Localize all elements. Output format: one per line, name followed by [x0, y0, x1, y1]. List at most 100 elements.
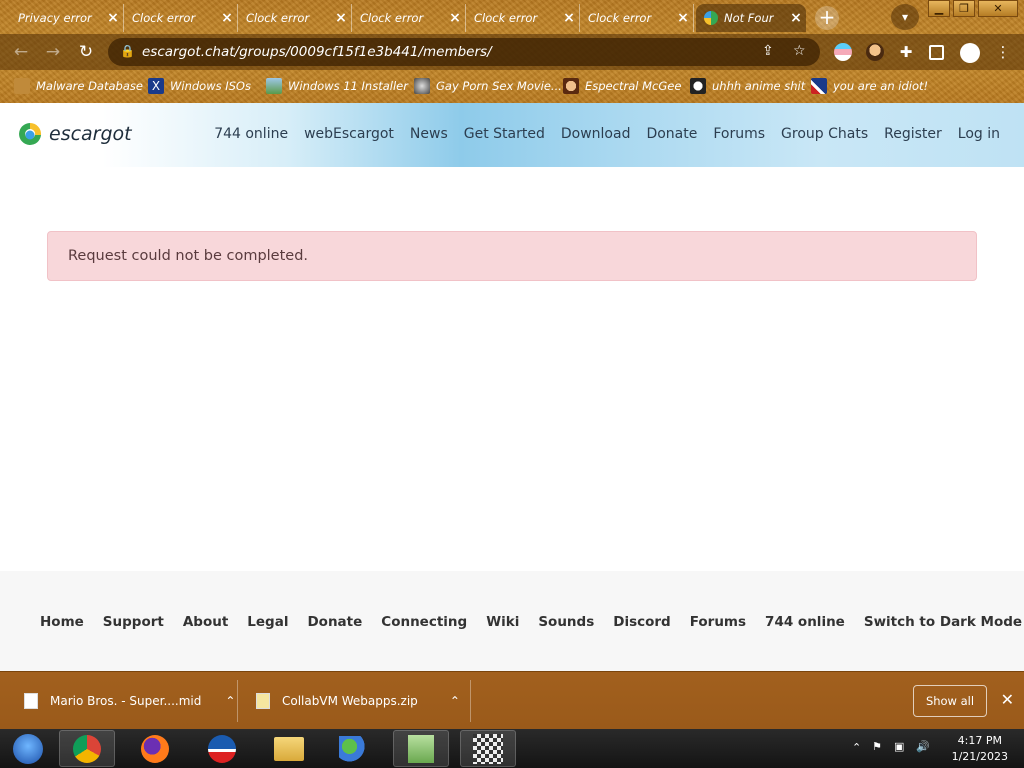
nav-download[interactable]: Download — [561, 126, 631, 142]
tab-clock-error[interactable]: Clock error × — [352, 4, 466, 32]
menu-kebab-icon[interactable]: ⋮ — [992, 41, 1014, 63]
bookmark-item[interactable]: uhhh anime shit — [690, 76, 805, 96]
nav-news[interactable]: News — [410, 126, 448, 142]
extensions-puzzle-icon[interactable]: ✚ — [897, 43, 915, 61]
tab-label: Clock error — [474, 11, 538, 25]
profile-avatar-icon[interactable] — [960, 43, 980, 63]
bookmark-item[interactable]: Windows 11 Installer — [266, 76, 408, 96]
taskbar-explorer[interactable] — [261, 730, 317, 767]
tab-clock-error[interactable]: Clock error × — [580, 4, 694, 32]
close-icon[interactable]: × — [673, 10, 693, 26]
bookmark-label: you are an idiot! — [833, 79, 929, 93]
tab-privacy-error[interactable]: Privacy error × — [10, 4, 124, 32]
close-icon[interactable]: × — [331, 10, 351, 26]
network-icon[interactable]: ▣ — [894, 740, 904, 753]
bookmark-item[interactable]: X Windows ISOs — [148, 76, 251, 96]
volume-icon[interactable]: 🔊 — [916, 740, 930, 753]
download-item[interactable]: Mario Bros. - Super....mid ⌃ — [24, 684, 235, 718]
site-logo[interactable]: escargot — [18, 121, 132, 147]
tab-active[interactable]: Not Four × — [696, 4, 806, 32]
start-button[interactable] — [0, 730, 56, 767]
chevron-up-icon[interactable]: ⌃ — [225, 694, 235, 708]
show-all-button[interactable]: Show all — [913, 685, 987, 717]
nav-register[interactable]: Register — [884, 126, 942, 142]
taskbar-chrome[interactable] — [59, 730, 115, 767]
footer-wiki[interactable]: Wiki — [486, 614, 519, 630]
close-icon[interactable]: × — [217, 10, 237, 26]
footer-donate[interactable]: Donate — [307, 614, 362, 630]
address-bar[interactable]: 🔒 escargot.chat/groups/0009cf15f1e3b441/… — [108, 38, 820, 66]
footer-dark-mode-toggle[interactable]: Switch to Dark Mode — [864, 614, 1022, 630]
action-center-flag-icon[interactable]: ⚑ — [872, 740, 882, 753]
reload-icon[interactable]: ↻ — [75, 41, 97, 63]
close-icon[interactable]: × — [786, 10, 806, 26]
bookmark-label: Windows ISOs — [170, 79, 251, 93]
notepad-icon — [408, 734, 434, 763]
download-item[interactable]: CollabVM Webapps.zip ⌃ — [256, 684, 460, 718]
nav-online-count[interactable]: 744 online — [214, 126, 288, 142]
bookmark-star-icon[interactable]: ☆ — [793, 43, 806, 59]
footer-home[interactable]: Home — [40, 614, 84, 630]
back-arrow-icon[interactable]: ← — [10, 41, 32, 63]
bookmark-label: uhhh anime shit — [712, 79, 806, 93]
clock-date: 1/21/2023 — [951, 750, 1008, 763]
window-close-button[interactable]: ✕ — [978, 0, 1018, 17]
tab-clock-error[interactable]: Clock error × — [238, 4, 352, 32]
footer-forums[interactable]: Forums — [690, 614, 746, 630]
bookmark-item[interactable]: you are an idiot! — [811, 76, 928, 96]
side-panel-icon[interactable] — [929, 45, 944, 60]
bookmark-item[interactable]: Malware Database — [14, 76, 143, 96]
bookmark-item[interactable]: Gay Porn Sex Movie... — [414, 76, 562, 96]
taskbar-app[interactable] — [194, 730, 250, 767]
url-text[interactable]: escargot.chat/groups/0009cf15f1e3b441/me… — [142, 44, 492, 60]
game-icon — [473, 733, 503, 764]
footer-support[interactable]: Support — [103, 614, 164, 630]
tab-search-icon[interactable]: ▾ — [891, 4, 919, 30]
profile-extension-icon[interactable] — [866, 43, 884, 61]
x-icon: X — [148, 78, 164, 94]
tab-clock-error[interactable]: Clock error × — [124, 4, 238, 32]
tab-label: Not Four — [724, 11, 774, 25]
nav-forums[interactable]: Forums — [713, 126, 765, 142]
new-tab-button[interactable]: + — [815, 6, 839, 30]
minimize-button[interactable]: ▁ — [928, 0, 950, 17]
taskbar-notepad[interactable] — [393, 730, 449, 767]
tab-clock-error[interactable]: Clock error × — [466, 4, 580, 32]
image-icon — [266, 78, 282, 94]
share-icon[interactable]: ⇪ — [762, 43, 774, 59]
footer-connecting[interactable]: Connecting — [381, 614, 467, 630]
taskbar-firefox[interactable] — [127, 730, 183, 767]
nav-donate[interactable]: Donate — [646, 126, 697, 142]
footer-legal[interactable]: Legal — [247, 614, 288, 630]
nav-get-started[interactable]: Get Started — [464, 126, 545, 142]
taskbar-game[interactable] — [460, 730, 516, 767]
clock[interactable]: 4:17 PM 1/21/2023 — [952, 733, 1008, 765]
close-icon[interactable]: × — [103, 10, 123, 26]
footer-discord[interactable]: Discord — [613, 614, 670, 630]
nav-webescargot[interactable]: webEscargot — [304, 126, 394, 142]
lock-icon[interactable]: 🔒 — [120, 44, 135, 58]
taskbar-messenger[interactable] — [326, 730, 382, 767]
globe-icon — [414, 78, 430, 94]
maximize-button[interactable]: ❐ — [953, 0, 975, 17]
messenger-icon — [339, 735, 369, 762]
forward-arrow-icon[interactable]: → — [42, 41, 64, 63]
trans-flag-extension-icon[interactable] — [834, 43, 852, 61]
system-tray: ⌃ ⚑ ▣ 🔊 4:17 PM 1/21/2023 — [834, 729, 1024, 768]
tab-label: Privacy error — [18, 11, 92, 25]
close-icon[interactable]: × — [445, 10, 465, 26]
chevron-up-icon[interactable]: ⌃ — [450, 694, 460, 708]
close-icon[interactable]: × — [559, 10, 579, 26]
close-icon[interactable]: ✕ — [1001, 690, 1014, 709]
footer-sounds[interactable]: Sounds — [538, 614, 594, 630]
nav-login[interactable]: Log in — [958, 126, 1000, 142]
site-nav: 744 online webEscargot News Get Started … — [198, 126, 1000, 142]
bookmark-item[interactable]: Espectral McGee — [563, 76, 681, 96]
nav-group-chats[interactable]: Group Chats — [781, 126, 868, 142]
footer-online-count[interactable]: 744 online — [765, 614, 845, 630]
tray-expand-icon[interactable]: ⌃ — [852, 741, 861, 754]
browser-toolbar: ← → ↻ 🔒 escargot.chat/groups/0009cf15f1e… — [0, 34, 1024, 70]
firefox-icon — [141, 734, 169, 763]
tab-label: Clock error — [132, 11, 196, 25]
footer-about[interactable]: About — [183, 614, 228, 630]
